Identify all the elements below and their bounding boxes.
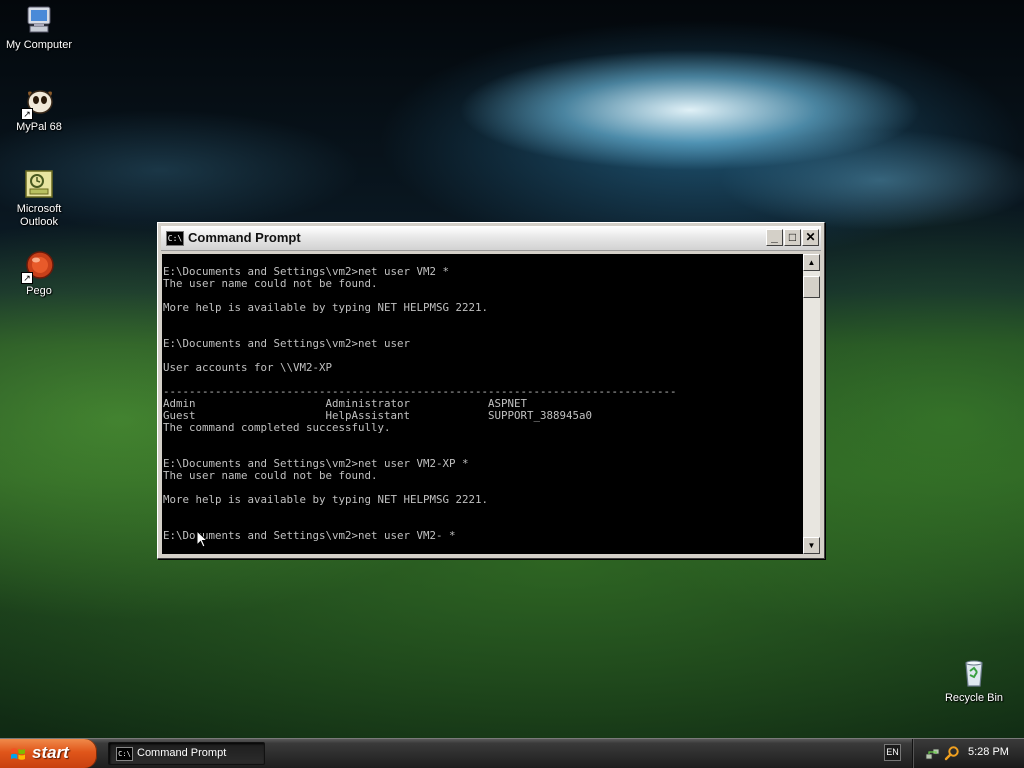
- desktop-icon-label: Recycle Bin: [944, 692, 1004, 704]
- maximize-button[interactable]: □: [784, 229, 801, 246]
- windows-flag-icon: [10, 746, 26, 762]
- minimize-button[interactable]: _: [766, 229, 783, 246]
- scroll-down-button[interactable]: ▼: [803, 537, 820, 554]
- recycle-bin-icon: [958, 657, 990, 689]
- outlook-icon: [23, 168, 55, 200]
- cmd-app-icon[interactable]: C:\: [166, 231, 184, 246]
- taskbar: start C:\ Command Prompt EN 5:28 PM: [0, 738, 1024, 768]
- console-line: The user name could not be found.: [163, 277, 378, 290]
- desktop-icon-label: Pego: [26, 285, 52, 297]
- console-output[interactable]: E:\Documents and Settings\vm2>net user V…: [162, 254, 803, 554]
- vertical-scrollbar[interactable]: ▲ ▼: [803, 254, 820, 554]
- console-line: E:\Documents and Settings\vm2>net user: [163, 337, 411, 350]
- desktop-icon-recycle-bin[interactable]: Recycle Bin: [936, 657, 1012, 705]
- shortcut-arrow-icon: ↗: [21, 272, 33, 284]
- mypal-browser-icon: ↗: [21, 86, 55, 120]
- language-indicator[interactable]: EN: [884, 744, 901, 761]
- scroll-up-button[interactable]: ▲: [803, 254, 820, 271]
- start-button[interactable]: start: [0, 739, 97, 768]
- scroll-thumb[interactable]: [803, 276, 820, 298]
- desktop-icon-label: My Computer: [5, 39, 73, 51]
- pego-icon: ↗: [21, 250, 55, 284]
- console-line: More help is available by typing NET HEL…: [163, 493, 489, 506]
- close-button[interactable]: ✕: [802, 229, 819, 246]
- console-line: User accounts for \\VM2-XP: [163, 361, 333, 374]
- desktop-icon-my-computer[interactable]: My Computer: [1, 4, 77, 52]
- console-line: E:\Documents and Settings\vm2>net user V…: [163, 529, 456, 542]
- desktop-icon-outlook[interactable]: Microsoft Outlook: [1, 168, 77, 229]
- taskbar-item-label: Command Prompt: [137, 747, 227, 759]
- desktop-icon-pego[interactable]: ↗ Pego: [1, 250, 77, 298]
- taskbar-clock[interactable]: 5:28 PM: [968, 746, 1009, 758]
- desktop-icon-label: Microsoft Outlook: [16, 203, 62, 228]
- start-label: start: [32, 743, 69, 762]
- desktop-icon-label: MyPal 68: [16, 121, 62, 133]
- desktop: My Computer ↗ MyPal 68 Microsoft Outlook: [0, 0, 1024, 768]
- window-titlebar[interactable]: C:\ Command Prompt _ □ ✕: [161, 226, 821, 251]
- network-icon[interactable]: [925, 746, 941, 762]
- desktop-icon-mypal[interactable]: ↗ MyPal 68: [1, 86, 77, 134]
- console-line: The user name could not be found.: [163, 469, 378, 482]
- mouse-pointer-icon: [196, 529, 209, 553]
- command-prompt-window[interactable]: C:\ Command Prompt _ □ ✕ E:\Documents an…: [157, 222, 825, 559]
- shortcut-arrow-icon: ↗: [21, 108, 33, 120]
- window-title: Command Prompt: [188, 230, 301, 245]
- my-computer-icon: [23, 4, 55, 36]
- cmd-app-icon: C:\: [116, 747, 133, 761]
- taskbar-item-command-prompt[interactable]: C:\ Command Prompt: [108, 742, 265, 765]
- console-line: More help is available by typing NET HEL…: [163, 301, 489, 314]
- console-line: The command completed successfully.: [163, 421, 391, 434]
- search-icon[interactable]: [944, 745, 960, 761]
- system-tray: 5:28 PM: [912, 739, 1024, 768]
